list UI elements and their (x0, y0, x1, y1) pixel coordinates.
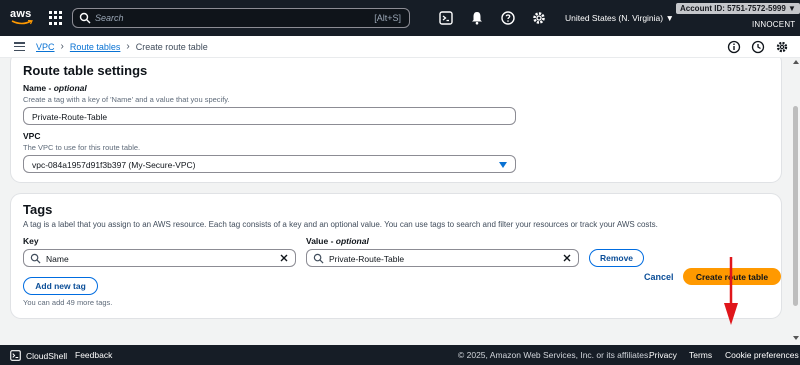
remove-tag-button[interactable]: Remove (589, 249, 644, 267)
user-name[interactable]: INNOCENT (752, 20, 795, 29)
terms-link[interactable]: Terms (689, 350, 712, 360)
cloudshell-link[interactable]: CloudShell (10, 350, 67, 361)
tags-description: A tag is a label that you assign to an A… (23, 220, 658, 229)
vertical-scrollbar[interactable] (791, 58, 800, 343)
caret-down-icon (499, 162, 507, 168)
tags-remaining-note: You can add 49 more tags. (23, 298, 113, 307)
info-icon[interactable] (727, 40, 741, 54)
privacy-link[interactable]: Privacy (649, 350, 677, 360)
history-clock-icon[interactable] (751, 40, 765, 54)
search-icon (30, 253, 41, 264)
preferences-gear-icon[interactable] (775, 40, 789, 54)
aws-logo[interactable]: aws (10, 8, 33, 27)
scroll-up-icon[interactable] (793, 60, 799, 64)
clear-icon[interactable] (279, 253, 289, 263)
breadcrumb-vpc-link[interactable]: VPC (36, 42, 55, 52)
search-input[interactable]: Search [Alt+S] (72, 8, 410, 28)
tag-value-label: Value - optional (306, 236, 369, 246)
search-shortcut: [Alt+S] (374, 13, 401, 23)
tag-key-input[interactable]: Name (23, 249, 296, 267)
name-label: Name - optional (23, 83, 87, 93)
add-new-tag-button[interactable]: Add new tag (23, 277, 98, 295)
breadcrumb: VPC › Route tables › Create route table (36, 41, 208, 52)
tags-panel: Tags A tag is a label that you assign to… (11, 194, 781, 318)
vpc-select[interactable]: vpc-084a1957d91f3b397 (My-Secure-VPC) (23, 155, 516, 173)
vpc-select-value: vpc-084a1957d91f3b397 (My-Secure-VPC) (32, 160, 196, 170)
search-icon (313, 253, 324, 264)
tag-value-input[interactable]: Private-Route-Table (306, 249, 579, 267)
name-description: Create a tag with a key of 'Name' and a … (23, 95, 230, 104)
chevron-right-icon: › (60, 41, 64, 52)
feedback-link[interactable]: Feedback (75, 350, 112, 360)
vpc-label: VPC (23, 131, 41, 141)
notifications-bell-icon[interactable] (469, 10, 485, 26)
section-heading: Tags (23, 202, 53, 217)
aws-logo-text: aws (10, 8, 32, 20)
cancel-button[interactable]: Cancel (644, 272, 674, 282)
main-content: Route table settings Name - optional Cre… (0, 58, 790, 343)
aws-smile-icon (11, 20, 33, 25)
settings-gear-icon[interactable] (531, 10, 547, 26)
terminal-icon (10, 350, 21, 361)
name-input[interactable]: Private-Route-Table (23, 107, 516, 125)
breadcrumb-current: Create route table (135, 41, 208, 52)
breadcrumb-bar: VPC › Route tables › Create route table (0, 36, 800, 58)
console-footer: CloudShell Feedback © 2025, Amazon Web S… (0, 345, 800, 365)
clear-icon[interactable] (562, 253, 572, 263)
services-grid-icon[interactable] (49, 11, 63, 25)
route-table-settings-panel: Route table settings Name - optional Cre… (11, 58, 781, 182)
account-id-badge[interactable]: Account ID: 5751-7572-5999 ▼ (676, 3, 800, 14)
tag-key-label: Key (23, 236, 39, 246)
top-navigation: aws Search [Alt+S] United States (N. Vir… (0, 0, 800, 36)
name-input-value: Private-Route-Table (32, 112, 108, 122)
scroll-down-icon[interactable] (793, 336, 799, 340)
annotation-arrow-icon (724, 257, 738, 325)
chevron-right-icon: › (126, 41, 130, 52)
vpc-description: The VPC to use for this route table. (23, 143, 141, 152)
search-icon (79, 12, 91, 24)
tag-key-value: Name (46, 254, 69, 264)
scroll-thumb[interactable] (793, 106, 798, 306)
help-icon[interactable] (500, 10, 516, 26)
cookie-preferences-link[interactable]: Cookie preferences (725, 350, 799, 360)
copyright-text: © 2025, Amazon Web Services, Inc. or its… (458, 350, 651, 360)
region-selector[interactable]: United States (N. Virginia) ▼ (565, 13, 674, 23)
breadcrumb-route-tables-link[interactable]: Route tables (70, 42, 121, 52)
cloudshell-icon[interactable] (438, 10, 454, 26)
search-placeholder: Search (95, 13, 124, 23)
section-heading: Route table settings (23, 63, 148, 78)
menu-hamburger-icon[interactable] (14, 42, 25, 52)
cloudshell-label: CloudShell (26, 350, 68, 361)
tag-value-value: Private-Route-Table (329, 254, 405, 264)
